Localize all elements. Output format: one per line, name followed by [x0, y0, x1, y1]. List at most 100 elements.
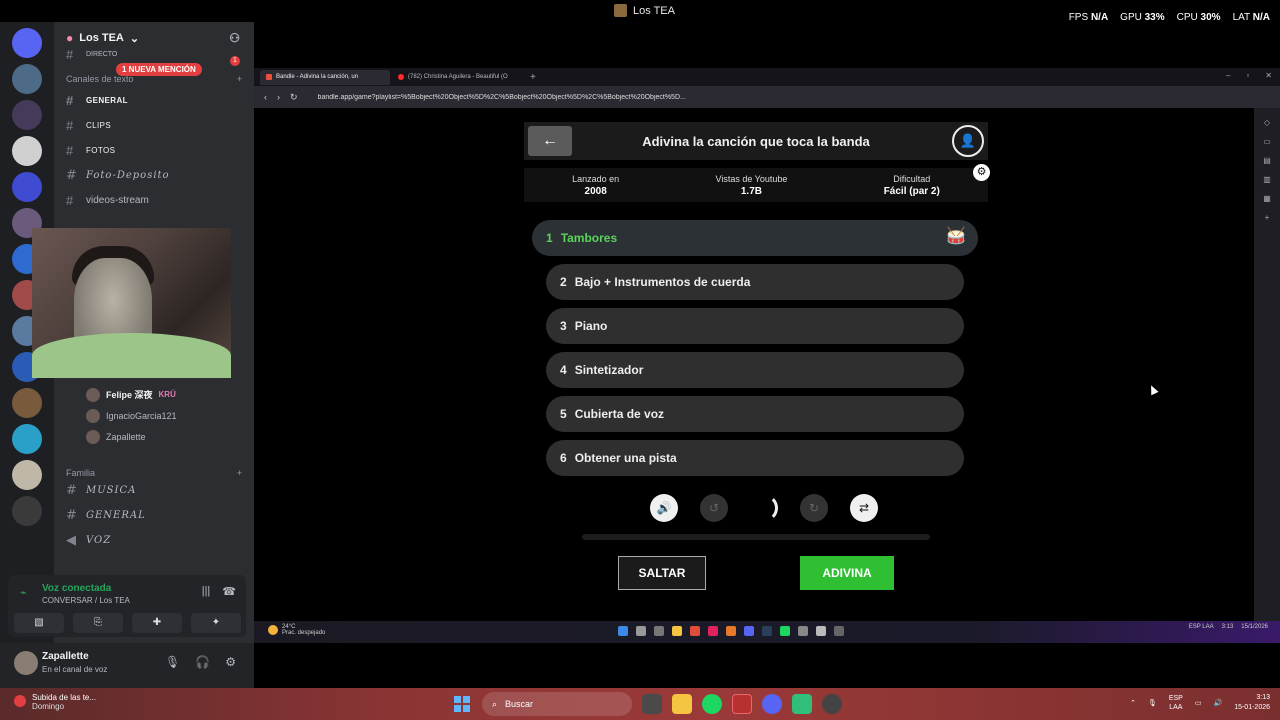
- minimize-icon[interactable]: –: [1226, 71, 1230, 80]
- guess-button[interactable]: ADIVINA: [800, 556, 894, 590]
- add-panel-icon[interactable]: +: [1254, 213, 1280, 222]
- tab-bandle[interactable]: Bandle - Adivina la canción, un: [260, 69, 390, 85]
- media-icon[interactable]: [708, 626, 718, 636]
- plus-icon[interactable]: +: [237, 468, 242, 478]
- discord-icon[interactable]: [744, 626, 754, 636]
- server-icon[interactable]: [12, 388, 42, 418]
- steam-icon[interactable]: [762, 626, 772, 636]
- server-icon[interactable]: [12, 496, 42, 526]
- window-title: Los TEA: [614, 4, 675, 17]
- spotify-icon[interactable]: [702, 694, 722, 714]
- volume-icon[interactable]: 🔊: [650, 494, 678, 522]
- channel-fotos[interactable]: # FOTOS: [54, 138, 254, 163]
- language-indicator[interactable]: ESP LAA: [1189, 624, 1214, 630]
- spotify-icon[interactable]: [780, 626, 790, 636]
- server-icon[interactable]: [12, 64, 42, 94]
- network-icon[interactable]: ▭: [1195, 699, 1202, 707]
- task-view-icon[interactable]: [654, 626, 664, 636]
- mic-icon[interactable]: 🎙: [1148, 699, 1157, 707]
- brave-icon[interactable]: [732, 694, 752, 714]
- news-widget[interactable]: Subida de las te... Domingo: [14, 693, 96, 711]
- voice-user[interactable]: Zapallette: [54, 426, 254, 447]
- avatar[interactable]: [14, 651, 38, 675]
- voice-user[interactable]: IgnacioGarcia121: [54, 405, 254, 426]
- category-familia[interactable]: Familia +: [54, 468, 254, 478]
- step-6-hint[interactable]: 6 Obtener una pista: [546, 440, 964, 476]
- channel-musica[interactable]: # MUSICA: [54, 478, 254, 503]
- app-icon[interactable]: [792, 694, 812, 714]
- profile-icon[interactable]: 👤: [952, 125, 984, 157]
- new-mention-badge[interactable]: 1 NUEVA MENCIÓN: [116, 63, 202, 76]
- song-progress-bar[interactable]: [582, 534, 930, 540]
- server-icon[interactable]: [12, 100, 42, 130]
- voice-user[interactable]: Felipe 深夜 KRÜ: [54, 384, 254, 405]
- windows-icon[interactable]: [618, 626, 628, 636]
- settings-gear-icon[interactable]: ⚙: [973, 164, 990, 181]
- signal-icon: ⌁: [20, 587, 27, 599]
- plus-icon[interactable]: +: [237, 74, 242, 84]
- channel-voz[interactable]: ◀ VOZ: [54, 528, 254, 553]
- start-button[interactable]: [452, 694, 472, 714]
- file-explorer-icon[interactable]: [672, 694, 692, 714]
- channel-videos-stream[interactable]: # videos-stream: [54, 188, 254, 213]
- channel-foto-deposito[interactable]: # Foto-Deposito: [54, 163, 254, 188]
- chevron-up-icon[interactable]: ⌃: [1130, 699, 1136, 707]
- discord-home-icon[interactable]: [12, 28, 42, 58]
- volume-icon[interactable]: 🔊: [1213, 699, 1222, 707]
- gear-icon[interactable]: ⚙: [225, 655, 236, 669]
- user-tag: KRÜ: [158, 390, 176, 399]
- forward-5-icon[interactable]: ↻: [800, 494, 828, 522]
- clock[interactable]: 3:13 15-01-2026: [1234, 693, 1270, 713]
- sidebar-tool-icon[interactable]: ▭: [1254, 137, 1280, 146]
- url-field[interactable]: bandle.app/game?playlist=%5Bobject%20Obj…: [318, 94, 758, 101]
- rewind-5-icon[interactable]: ↺: [700, 494, 728, 522]
- taskbar-search[interactable]: ⌕ Buscar: [482, 692, 632, 716]
- new-tab-icon[interactable]: +: [530, 72, 536, 83]
- channel-clips[interactable]: # CLIPS: [54, 113, 254, 138]
- activities-button[interactable]: ✚: [132, 613, 182, 633]
- invite-icon[interactable]: ⚇: [229, 31, 240, 45]
- app-icon[interactable]: [816, 626, 826, 636]
- sidebar-tool-icon[interactable]: ▤: [1254, 156, 1280, 165]
- reload-icon[interactable]: ↻: [290, 92, 298, 103]
- camera-button[interactable]: ▧: [14, 613, 64, 633]
- search-icon[interactable]: [636, 626, 646, 636]
- app-icon[interactable]: [834, 626, 844, 636]
- hash-icon: #: [66, 168, 78, 183]
- weather-widget[interactable]: 24°C Prac. despejado: [268, 624, 325, 636]
- sidebar-tool-icon[interactable]: ▥: [1254, 175, 1280, 184]
- noise-suppression-icon[interactable]: |||: [202, 585, 211, 598]
- steam-icon[interactable]: [822, 694, 842, 714]
- maximize-icon[interactable]: ▫: [1246, 71, 1249, 80]
- skip-button[interactable]: SALTAR: [618, 556, 706, 590]
- back-icon[interactable]: ‹: [264, 92, 267, 102]
- mic-icon[interactable]: 🎙: [165, 655, 180, 669]
- soundboard-button[interactable]: ✦: [191, 613, 241, 633]
- server-icon[interactable]: [12, 460, 42, 490]
- shuffle-off-icon[interactable]: ⇄: [850, 494, 878, 522]
- folder-icon[interactable]: [672, 626, 682, 636]
- avatar: [86, 408, 100, 423]
- forward-icon[interactable]: ›: [277, 92, 280, 102]
- language-indicator[interactable]: ESP LAA: [1169, 694, 1183, 712]
- discord-icon[interactable]: [762, 694, 782, 714]
- sidebar-tool-icon[interactable]: ▦: [1254, 194, 1280, 203]
- app-icon[interactable]: [726, 626, 736, 636]
- server-icon[interactable]: [12, 136, 42, 166]
- headphones-icon[interactable]: 🎧: [195, 655, 210, 669]
- voice-channel[interactable]: CONVERSAR / Los TEA: [42, 596, 130, 605]
- close-icon[interactable]: ✕: [1265, 71, 1272, 80]
- server-icon[interactable]: [12, 172, 42, 202]
- screenshare-button[interactable]: ⎘: [73, 613, 123, 633]
- server-icon[interactable]: [12, 424, 42, 454]
- disconnect-icon[interactable]: ☎: [222, 585, 236, 598]
- channel-directo[interactable]: # DIRECTO: [54, 47, 254, 62]
- task-view-icon[interactable]: [642, 694, 662, 714]
- app-icon[interactable]: [798, 626, 808, 636]
- tab-youtube[interactable]: (782) Christina Aguilera - Beautiful (O: [392, 70, 522, 85]
- sidebar-tool-icon[interactable]: ◇: [1254, 118, 1280, 127]
- channel-general-familia[interactable]: # GENERAL: [54, 503, 254, 528]
- channel-general[interactable]: # GENERAL: [54, 88, 254, 113]
- voice-status[interactable]: Voz conectada: [42, 583, 111, 594]
- brave-icon[interactable]: [690, 626, 700, 636]
